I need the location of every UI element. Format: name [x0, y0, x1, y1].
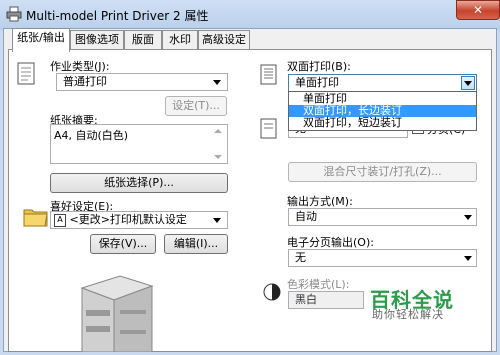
- folder-icon: [23, 205, 49, 227]
- tab-image-options[interactable]: 图像选项: [70, 30, 124, 50]
- collate-icon: [260, 118, 278, 140]
- color-mode-icon: [262, 282, 282, 302]
- close-button[interactable]: ✕: [456, 0, 500, 20]
- ecollate-select[interactable]: 无: [288, 249, 477, 267]
- duplex-dropdown-list: 单面打印 双面打印，长边装订 双面打印，短边装订: [288, 91, 477, 131]
- chevron-down-icon: [213, 218, 221, 223]
- color-mode-label: 色彩模式(L):: [287, 278, 350, 291]
- duplex-label: 双面打印(B):: [287, 60, 351, 73]
- chevron-down-icon: [464, 256, 472, 261]
- output-label: 输出方式(M):: [287, 195, 353, 208]
- duplex-value: 单面打印: [295, 76, 339, 89]
- favorites-value: <更改>打印机默认设定: [69, 213, 187, 226]
- scroll-up-icon[interactable]: [214, 129, 222, 133]
- paper-select-button[interactable]: 纸张选择(P)...: [50, 173, 228, 193]
- job-type-label: 作业类型(J):: [50, 60, 110, 73]
- tab-paper-output[interactable]: 纸张/输出: [12, 28, 70, 52]
- printer-illustration: [72, 270, 158, 353]
- output-value: 自动: [295, 210, 317, 223]
- duplex-option-short-edge[interactable]: 双面打印，短边装订: [289, 117, 476, 129]
- printer-icon: [6, 6, 22, 22]
- paper-summary-value: A4, 自动(白色): [54, 129, 129, 142]
- favorites-badge: A: [54, 213, 66, 227]
- paper-summary-box: A4, 自动(白色): [50, 124, 228, 164]
- document-icon: [16, 62, 38, 86]
- close-icon: ✕: [472, 3, 484, 17]
- scroll-down-icon[interactable]: [214, 155, 222, 159]
- setup-button[interactable]: 设定(T)...: [165, 96, 227, 116]
- duplex-dropdown-button[interactable]: [461, 76, 475, 90]
- duplex-icon: [260, 64, 278, 86]
- ecollate-label: 电子分页输出(O):: [287, 236, 374, 249]
- color-mode-value: 黑白: [295, 293, 317, 306]
- tab-layout[interactable]: 版面: [124, 30, 162, 50]
- mixed-size-button[interactable]: 混合尺寸装订/打孔(Z)...: [288, 162, 477, 182]
- output-select[interactable]: 自动: [288, 208, 477, 226]
- chevron-down-icon: [213, 80, 221, 85]
- color-mode-select[interactable]: 黑白: [288, 291, 364, 309]
- favorites-select[interactable]: A <更改>打印机默认设定: [50, 211, 228, 229]
- ecollate-value: 无: [295, 251, 306, 264]
- tab-advanced[interactable]: 高级设定: [198, 30, 250, 50]
- duplex-select[interactable]: 单面打印: [288, 74, 477, 92]
- chevron-down-icon: [464, 81, 472, 86]
- tab-watermark[interactable]: 水印: [162, 30, 198, 50]
- save-button[interactable]: 保存(V)...: [90, 234, 156, 254]
- window-title: Multi-model Print Driver 2 属性: [26, 9, 209, 23]
- job-type-value: 普通打印: [63, 75, 107, 88]
- edit-button[interactable]: 编辑(I)...: [164, 234, 228, 254]
- watermark-subtitle: 助你轻松解决: [372, 308, 444, 321]
- job-type-select[interactable]: 普通打印: [56, 73, 228, 91]
- chevron-down-icon: [464, 215, 472, 220]
